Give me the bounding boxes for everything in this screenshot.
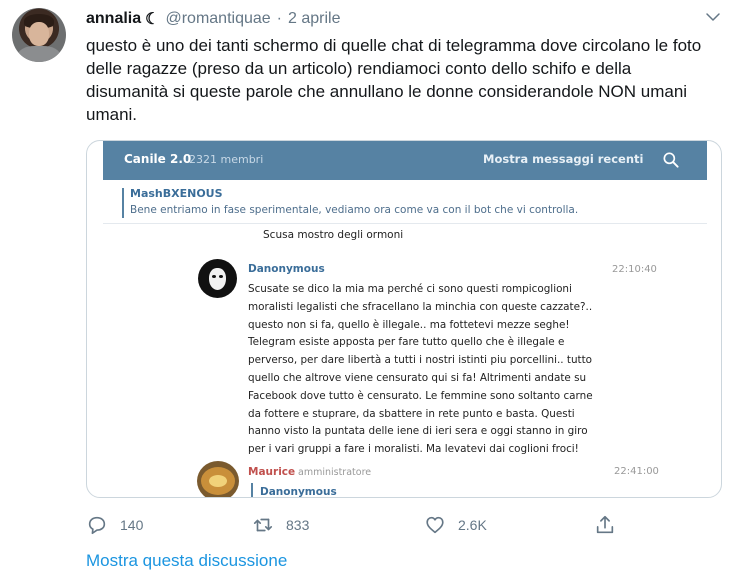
message-text: Scusate se dico la mia ma perché ci sono… [248,283,593,456]
tweet-header: annalia ☾ @romantiquae · 2 aprile [86,8,340,30]
tweet[interactable]: annalia ☾ @romantiquae · 2 aprile questo… [0,0,732,586]
chat-title: Canile 2.0 [124,152,192,166]
chevron-down-icon[interactable] [704,8,722,26]
avatar[interactable] [12,8,66,62]
message-time: 22:10:40 [612,264,657,275]
author-handle[interactable]: @romantiquae [165,10,270,28]
message-author: Danonymous [248,263,325,275]
tweet-media[interactable]: Canile 2.0 2321 membri Mostra messaggi r… [86,140,722,498]
separator: · [276,10,282,27]
recent-messages-link: Mostra messaggi recenti [483,152,644,166]
avatar [198,259,237,298]
reply-icon [88,516,106,535]
pinned-message: MashBXENOUS Bene entriamo in fase sperim… [103,180,707,224]
retweet-button[interactable]: 833 [252,512,309,538]
pinned-author: MashBXENOUS [130,187,223,200]
search-icon [663,152,679,168]
like-count: 2.6K [458,517,487,533]
reply-to-author: Danonymous [260,486,337,498]
tweet-text: questo è uno dei tanti schermo di quelle… [86,36,702,124]
retweet-icon [253,518,273,532]
telegram-header: Canile 2.0 2321 membri Mostra messaggi r… [103,141,707,180]
like-button[interactable]: 2.6K [424,512,487,538]
retweet-count: 833 [286,517,310,533]
avatar [197,461,239,497]
chat-members: 2321 membri [189,153,264,166]
telegram-screenshot: Canile 2.0 2321 membri Mostra messaggi r… [103,141,707,498]
author-symbol: ☾ [145,11,160,28]
heart-icon [426,516,444,534]
pinned-text: Bene entriamo in fase sperimentale, vedi… [130,204,579,216]
role-badge: amministratore [298,467,372,478]
message-time: 22:41:00 [614,466,659,477]
tweet-actions: 140 833 2.6K [86,512,722,538]
share-icon [596,515,614,534]
tweet-date[interactable]: 2 aprile [288,10,340,28]
reply-count: 140 [120,517,144,533]
author-name[interactable]: annalia [86,10,141,28]
previous-message: Scusa mostro degli ormoni [263,229,404,241]
show-thread-link[interactable]: Mostra questa discussione [86,551,287,571]
reply-button[interactable]: 140 [86,512,143,538]
reply-bar [251,483,253,497]
message-author: Maurice [248,466,296,478]
share-button[interactable] [594,512,616,538]
